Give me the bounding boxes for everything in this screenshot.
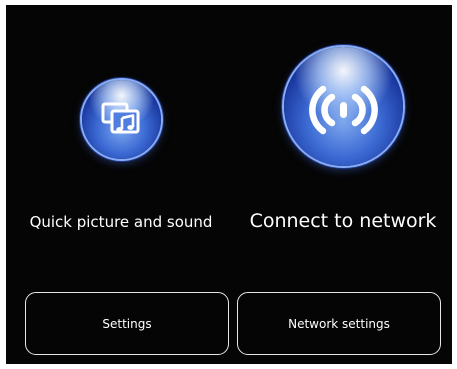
wireless-signal-icon (308, 85, 378, 135)
network-settings-button[interactable]: Network settings (237, 292, 441, 355)
quick-picture-sound-orb[interactable] (81, 80, 161, 159)
connect-to-network-orb[interactable] (283, 47, 403, 166)
quick-picture-sound-option[interactable]: Quick picture and sound (12, 80, 230, 231)
picture-music-icon (101, 102, 139, 134)
connect-to-network-option[interactable]: Connect to network (234, 47, 452, 232)
connect-to-network-label: Connect to network (249, 210, 437, 232)
setup-screen: Quick picture and sound Connect to netwo… (6, 5, 452, 364)
quick-picture-sound-label: Quick picture and sound (29, 213, 213, 231)
settings-button[interactable]: Settings (25, 292, 229, 355)
